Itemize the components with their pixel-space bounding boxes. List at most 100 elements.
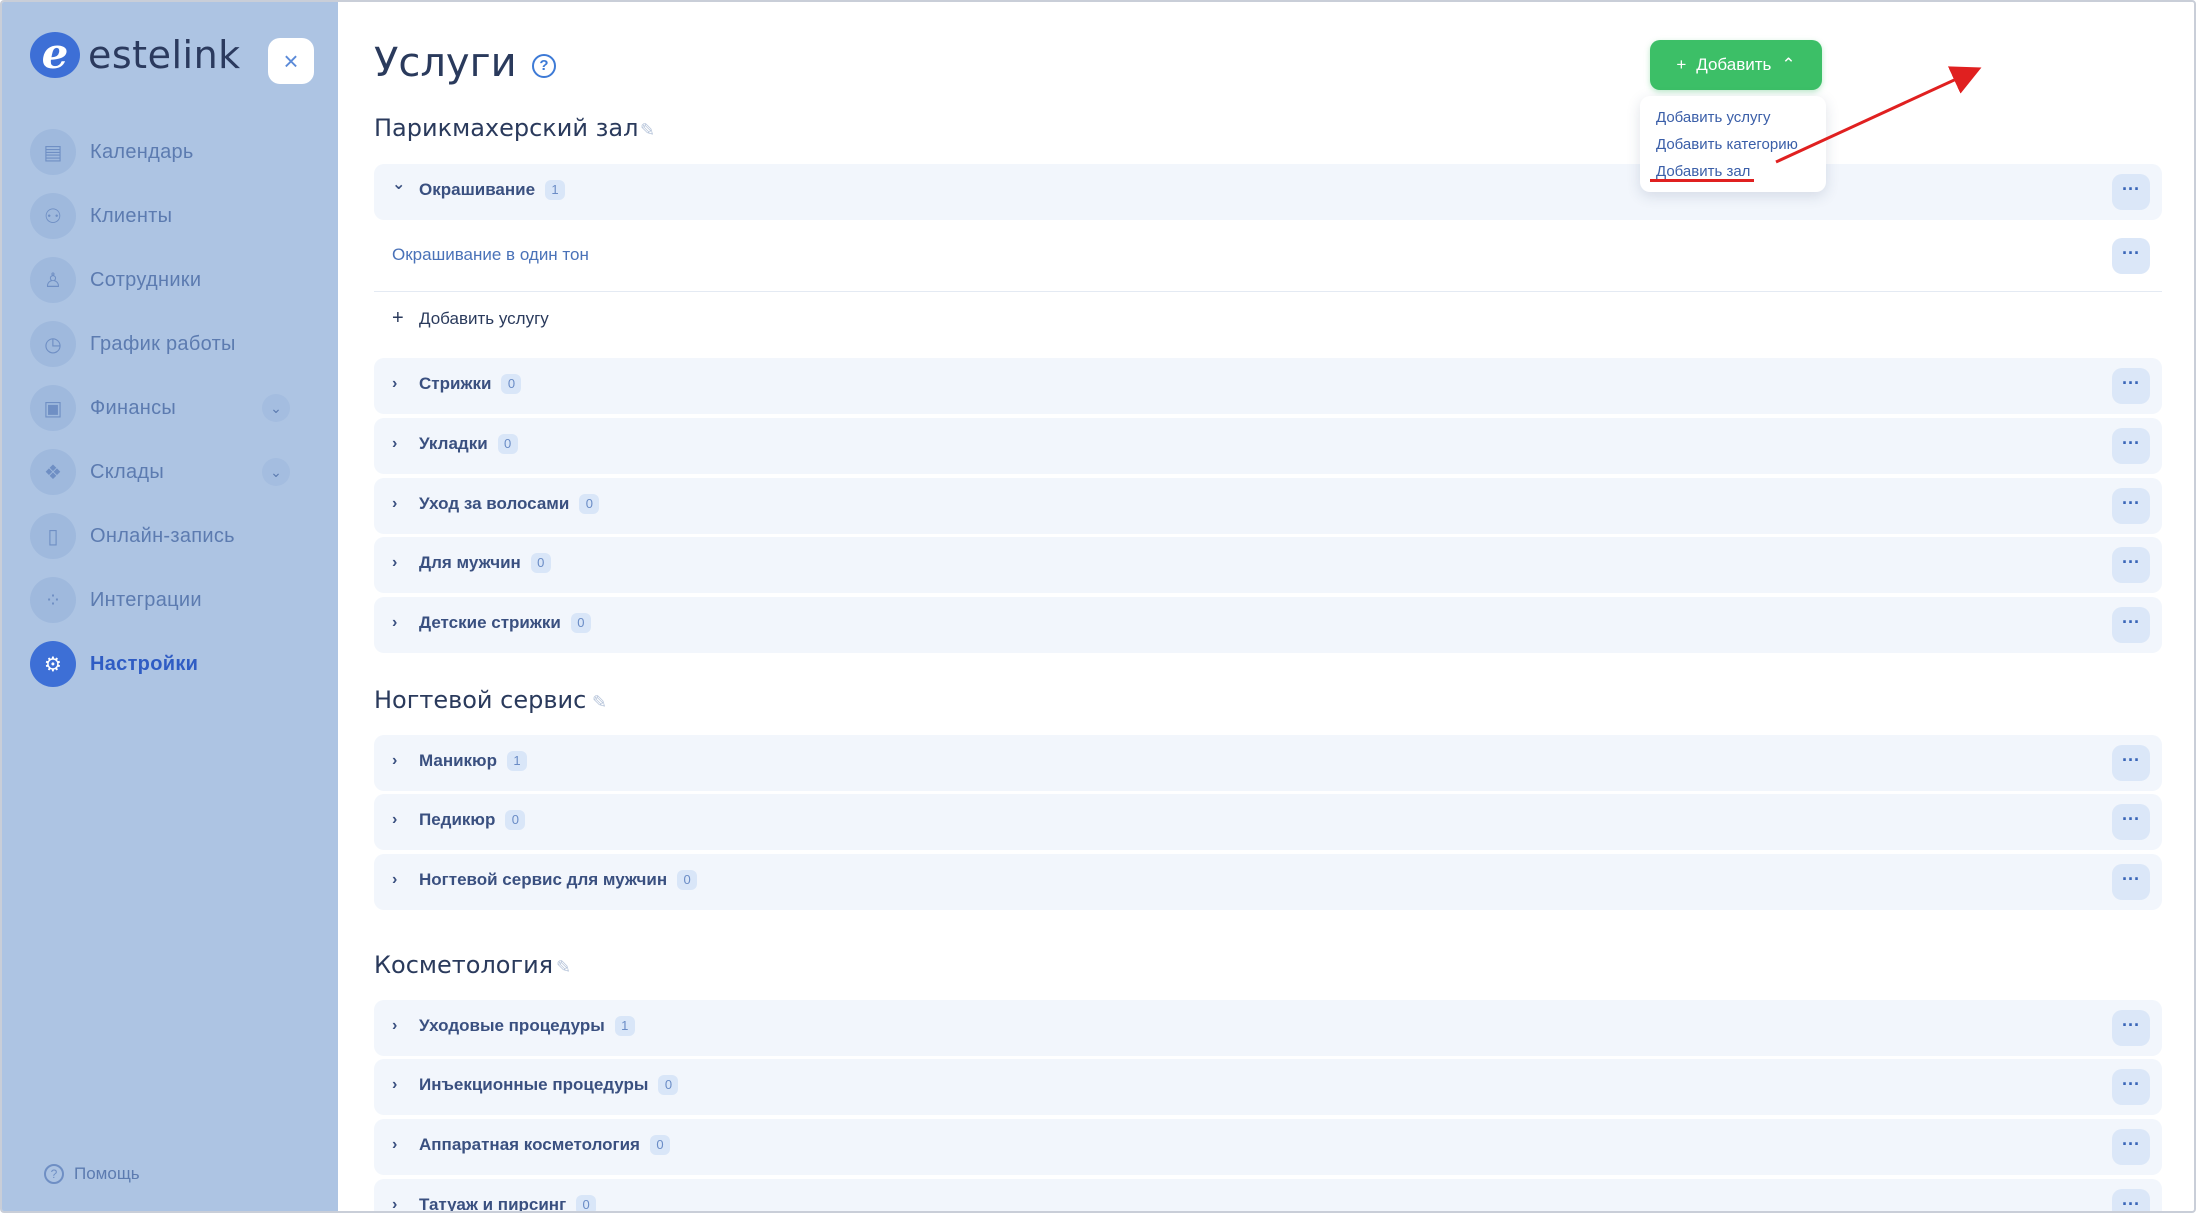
category-row[interactable]: › Уходовые процедуры 1 ··· [374, 1000, 2162, 1056]
more-options-button[interactable]: ··· [2112, 1010, 2150, 1046]
category-row[interactable]: › Укладки 0 ··· [374, 418, 2162, 474]
sidebar-item-label: Интеграции [90, 588, 202, 611]
more-options-button[interactable]: ··· [2112, 607, 2150, 643]
clock-icon: ◷ [30, 321, 76, 367]
category-label: Укладки [419, 434, 488, 453]
chevron-right-icon[interactable]: › [392, 1196, 397, 1211]
count-badge: 1 [506, 751, 527, 771]
category-label: Уход за волосами [419, 494, 570, 513]
sidebar-item-5[interactable]: ❖ Склады ⌄ [30, 440, 290, 504]
chevron-right-icon[interactable]: › [392, 614, 397, 632]
count-badge: 0 [501, 374, 522, 394]
edit-pencil-icon[interactable]: ✎ [556, 957, 571, 978]
edit-pencil-icon[interactable]: ✎ [592, 692, 607, 713]
more-options-button[interactable]: ··· [2112, 745, 2150, 781]
section-title: Ногтевой сервис [374, 686, 587, 714]
sidebar-item-2[interactable]: ♙ Сотрудники [30, 248, 290, 312]
chevron-down-icon[interactable]: ⌄ [392, 174, 405, 194]
chevron-right-icon[interactable]: › [392, 554, 397, 572]
category-row[interactable]: › Уход за волосами 0 ··· [374, 478, 2162, 534]
warehouse-icon: ❖ [30, 449, 76, 495]
close-icon: × [283, 46, 299, 76]
category-row[interactable]: › Педикюр 0 ··· [374, 794, 2162, 850]
more-options-button[interactable]: ··· [2112, 174, 2150, 210]
help-label: Помощь [74, 1164, 140, 1183]
chevron-right-icon[interactable]: › [392, 1136, 397, 1154]
category-row[interactable]: › Маникюр 1 ··· [374, 735, 2162, 791]
employee-icon: ♙ [30, 257, 76, 303]
category-row[interactable]: › Стрижки 0 ··· [374, 358, 2162, 414]
more-options-button[interactable]: ··· [2112, 488, 2150, 524]
chevron-right-icon[interactable]: › [392, 435, 397, 453]
help-link[interactable]: ? Помощь [44, 1164, 140, 1184]
wallet-icon: ▣ [30, 385, 76, 431]
sidebar-item-label: График работы [90, 332, 236, 355]
sidebar-item-1[interactable]: ⚇ Клиенты [30, 184, 290, 248]
more-options-button[interactable]: ··· [2112, 1189, 2150, 1211]
sidebar-item-label: Клиенты [90, 204, 173, 227]
sidebar-item-6[interactable]: ▯ Онлайн-запись [30, 504, 290, 568]
chevron-right-icon[interactable]: › [392, 1017, 397, 1035]
sidebar-item-4[interactable]: ▣ Финансы ⌄ [30, 376, 290, 440]
category-name: Для мужчин 0 [419, 553, 551, 573]
chevron-down-icon[interactable]: ⌄ [262, 394, 290, 422]
category-name: Маникюр 1 [419, 751, 527, 771]
category-row[interactable]: › Детские стрижки 0 ··· [374, 597, 2162, 653]
category-row[interactable]: › Инъекционные процедуры 0 ··· [374, 1059, 2162, 1115]
service-name[interactable]: Окрашивание в один тон [392, 245, 589, 265]
category-name: Укладки 0 [419, 434, 518, 454]
sidebar: e estelink × ▤ Календарь ⚇ Клиенты ♙ Сотрудни… [2, 2, 338, 1211]
category-label: Детские стрижки [419, 613, 561, 632]
add-button[interactable]: + Добавить ⌃ [1650, 40, 1822, 90]
menu-item-add-category[interactable]: Добавить категорию [1656, 131, 1826, 158]
sidebar-nav: ▤ Календарь ⚇ Клиенты ♙ Сотрудники ◷ График раб… [30, 120, 290, 696]
count-badge: 0 [576, 1195, 597, 1211]
chevron-right-icon[interactable]: › [392, 495, 397, 513]
main-content: Услуги ? Парикмахерский зал ✎ ⌄ Окрашивание… [338, 2, 2194, 1211]
more-options-button[interactable]: ··· [2112, 238, 2150, 274]
more-options-button[interactable]: ··· [2112, 368, 2150, 404]
section-title: Парикмахерский зал [374, 114, 639, 142]
app-window: e estelink × ▤ Календарь ⚇ Клиенты ♙ Сотрудни… [0, 0, 2196, 1213]
category-name: Аппаратная косметология 0 [419, 1135, 670, 1155]
category-row[interactable]: ⌄ Окрашивание 1 ··· [374, 164, 2162, 220]
menu-item-add-service[interactable]: Добавить услугу [1656, 104, 1826, 131]
chevron-down-icon[interactable]: ⌄ [262, 458, 290, 486]
clients-icon: ⚇ [30, 193, 76, 239]
edit-pencil-icon[interactable]: ✎ [640, 120, 655, 141]
chevron-right-icon[interactable]: › [392, 375, 397, 393]
service-row[interactable]: Окрашивание в один тон ··· [374, 220, 2162, 292]
count-badge: 0 [649, 1135, 670, 1155]
more-options-button[interactable]: ··· [2112, 1069, 2150, 1105]
sidebar-item-label: Сотрудники [90, 268, 202, 291]
sidebar-item-0[interactable]: ▤ Календарь [30, 120, 290, 184]
chevron-up-icon: ⌃ [1781, 55, 1796, 74]
calendar-icon: ▤ [30, 129, 76, 175]
chevron-right-icon[interactable]: › [392, 811, 397, 829]
more-options-button[interactable]: ··· [2112, 864, 2150, 900]
sidebar-item-7[interactable]: ⁘ Интеграции [30, 568, 290, 632]
chevron-right-icon[interactable]: › [392, 1076, 397, 1094]
sidebar-item-8[interactable]: ⚙ Настройки [30, 632, 290, 696]
sidebar-item-3[interactable]: ◷ График работы [30, 312, 290, 376]
category-row[interactable]: › Ногтевой сервис для мужчин 0 ··· [374, 854, 2162, 910]
category-row[interactable]: › Для мужчин 0 ··· [374, 537, 2162, 593]
help-icon[interactable]: ? [532, 54, 556, 78]
annotation-underline [1650, 179, 1754, 182]
chevron-right-icon[interactable]: › [392, 752, 397, 770]
category-label: Уходовые процедуры [419, 1016, 605, 1035]
category-label: Инъекционные процедуры [419, 1075, 649, 1094]
add-service-link[interactable]: + Добавить услугу [374, 299, 774, 339]
more-options-button[interactable]: ··· [2112, 804, 2150, 840]
more-options-button[interactable]: ··· [2112, 1129, 2150, 1165]
category-label: Маникюр [419, 751, 497, 770]
phone-icon: ▯ [30, 513, 76, 559]
more-options-button[interactable]: ··· [2112, 547, 2150, 583]
more-options-button[interactable]: ··· [2112, 428, 2150, 464]
category-row[interactable]: › Татуаж и пирсинг 0 ··· [374, 1179, 2162, 1211]
category-name: Уход за волосами 0 [419, 494, 600, 514]
chevron-right-icon[interactable]: › [392, 871, 397, 889]
help-icon: ? [44, 1164, 64, 1184]
close-sidebar-button[interactable]: × [268, 38, 314, 84]
category-row[interactable]: › Аппаратная косметология 0 ··· [374, 1119, 2162, 1175]
